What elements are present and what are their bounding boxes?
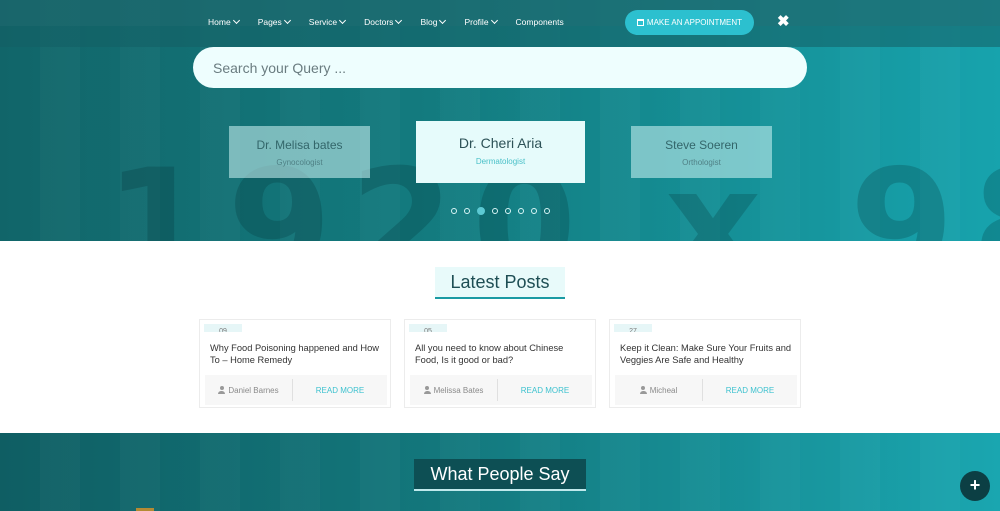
doctor-name: Dr. Melisa bates	[256, 138, 343, 152]
main-nav: Home Pages Service Doctors Blog Profile …	[208, 16, 583, 27]
doctor-role: Gynocologist	[276, 158, 323, 167]
slider-dot[interactable]	[544, 208, 550, 214]
chevron-down-icon	[439, 16, 447, 25]
post-card: 27 Keep it Clean: Make Sure Your Fruits …	[609, 319, 801, 408]
slider-dot[interactable]	[492, 208, 498, 214]
slider-dot[interactable]	[477, 207, 485, 215]
nav-item-profile[interactable]: Profile	[464, 16, 498, 27]
post-footer: Melissa Bates READ MORE	[410, 375, 592, 405]
chevron-down-icon	[232, 16, 240, 25]
doctor-name: Steve Soeren	[665, 138, 738, 152]
post-title[interactable]: Keep it Clean: Make Sure Your Fruits and…	[620, 342, 792, 366]
post-author: Daniel Barnes	[205, 379, 293, 401]
chevron-down-icon	[339, 16, 347, 25]
nav-item-label: Home	[208, 17, 231, 27]
slider-dot[interactable]	[464, 208, 470, 214]
floating-plus-button[interactable]: +	[960, 471, 990, 501]
nav-item-service[interactable]: Service	[308, 16, 347, 27]
author-name: Daniel Barnes	[228, 385, 279, 395]
user-icon	[218, 386, 226, 394]
chevron-down-icon	[283, 16, 291, 25]
post-date: 09	[204, 324, 242, 332]
slider-dot[interactable]	[518, 208, 524, 214]
post-author: Melissa Bates	[410, 379, 498, 401]
post-date: 27	[614, 324, 652, 332]
search-input[interactable]	[193, 47, 807, 88]
author-name: Micheal	[649, 385, 678, 395]
doctor-role: Orthologist	[682, 158, 721, 167]
nav-item-label: Blog	[420, 17, 438, 27]
testimonials-section: What People Say	[0, 433, 1000, 511]
nav-item-label: Profile	[464, 17, 489, 27]
user-icon	[423, 386, 431, 394]
make-appointment-button[interactable]: MAKE AN APPOINTMENT	[625, 10, 754, 35]
nav-item-home[interactable]: Home	[208, 16, 240, 27]
doctor-role: Dermatologist	[475, 157, 526, 166]
slider-dot[interactable]	[531, 208, 537, 214]
nav-item-doctors[interactable]: Doctors	[364, 16, 403, 27]
nav-item-label: Service	[308, 17, 338, 27]
nav-item-blog[interactable]: Blog	[420, 16, 447, 27]
calendar-icon	[636, 19, 644, 26]
post-footer: Daniel Barnes READ MORE	[205, 375, 387, 405]
latest-posts-title: Latest Posts	[435, 267, 565, 299]
chevron-down-icon	[395, 16, 403, 25]
hero-section: 1920 x 985 Home Pages Service Doctors Bl…	[0, 0, 1000, 241]
close-icon[interactable]: ✖	[777, 14, 790, 29]
slider-dot[interactable]	[451, 208, 457, 214]
testimonials-title: What People Say	[414, 459, 586, 491]
post-title[interactable]: All you need to know about Chinese Food,…	[415, 342, 587, 366]
user-icon	[639, 386, 647, 394]
nav-item-label: Doctors	[364, 17, 394, 27]
slider-dot[interactable]	[505, 208, 511, 214]
doctor-card[interactable]: Dr. Melisa bates Gynocologist	[229, 126, 370, 178]
chevron-down-icon	[490, 16, 498, 25]
slider-pagination	[451, 207, 550, 215]
doctor-name: Dr. Cheri Aria	[458, 135, 543, 151]
post-card: 05 All you need to know about Chinese Fo…	[404, 319, 596, 408]
post-date: 05	[409, 324, 447, 332]
nav-item-components[interactable]: Components	[516, 17, 564, 27]
post-card: 09 Why Food Poisoning happened and How T…	[199, 319, 391, 408]
author-name: Melissa Bates	[433, 385, 484, 395]
make-appointment-label: MAKE AN APPOINTMENT	[646, 18, 743, 27]
nav-item-pages[interactable]: Pages	[257, 16, 291, 27]
nav-item-label: Components	[515, 17, 564, 27]
read-more-link[interactable]: READ MORE	[293, 386, 387, 395]
post-footer: Micheal READ MORE	[615, 375, 797, 405]
doctor-card-active[interactable]: Dr. Cheri Aria Dermatologist	[416, 121, 585, 183]
doctor-card[interactable]: Steve Soeren Orthologist	[631, 126, 772, 178]
read-more-link[interactable]: READ MORE	[703, 386, 797, 395]
read-more-link[interactable]: READ MORE	[498, 386, 592, 395]
post-author: Micheal	[615, 379, 703, 401]
post-title[interactable]: Why Food Poisoning happened and How To –…	[210, 342, 382, 366]
nav-item-label: Pages	[257, 17, 282, 27]
